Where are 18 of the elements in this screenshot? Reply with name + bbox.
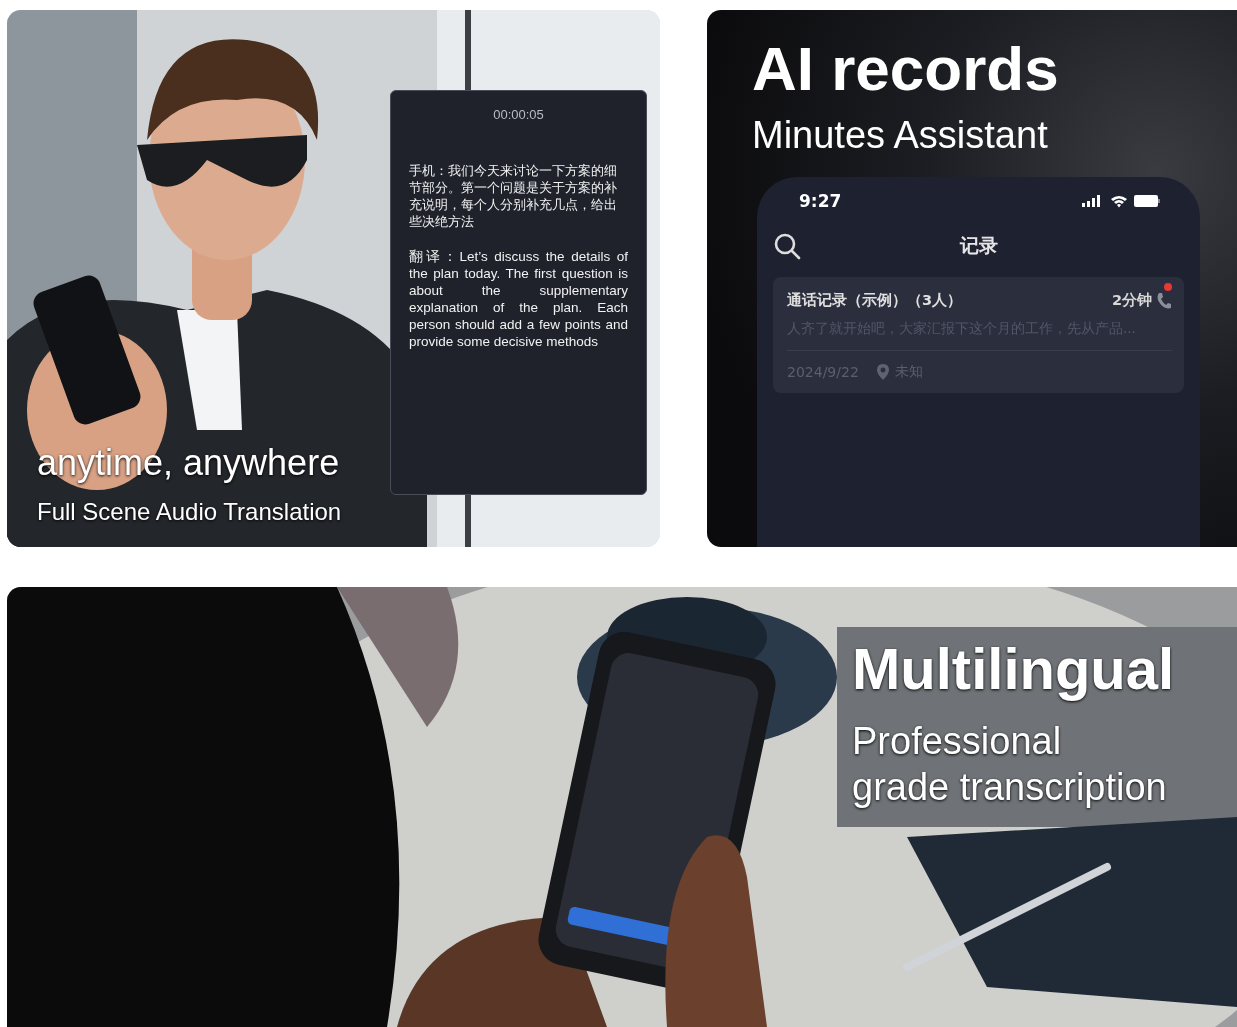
subheadline: Minutes Assistant	[752, 114, 1049, 157]
status-time: 9:27	[799, 191, 843, 211]
screen-title: 记录	[959, 233, 998, 258]
location-pin-icon	[876, 364, 889, 380]
headline: AI records	[752, 34, 1060, 104]
subheadline: Professional	[852, 719, 1063, 764]
record-title: 通话记录（示例）（3人）	[787, 291, 964, 310]
timer: 00:00:05	[492, 107, 545, 122]
translation-text: 翻译：Let’s discuss the details of the plan today. The first question is about the supplementary explanation of the plan. Each person should add a few points and provide some decisive methods	[409, 248, 628, 350]
wifi-icon	[1110, 194, 1128, 208]
subheadline: Full Scene Audio Translation	[37, 498, 342, 526]
record-duration: 2分钟	[1111, 291, 1152, 310]
headline: Multilingual	[852, 635, 1175, 702]
battery-icon	[1134, 195, 1160, 207]
source-text: 手机：我们今天来讨论一下方案的细节部分。第一个问题是关于方案的补充说明，每个人分别补充几点，给出些决绝方法	[409, 162, 618, 230]
phone-call-icon	[1156, 291, 1172, 310]
subheadline: grade transcription	[852, 765, 1168, 810]
search-icon[interactable]	[773, 232, 801, 260]
